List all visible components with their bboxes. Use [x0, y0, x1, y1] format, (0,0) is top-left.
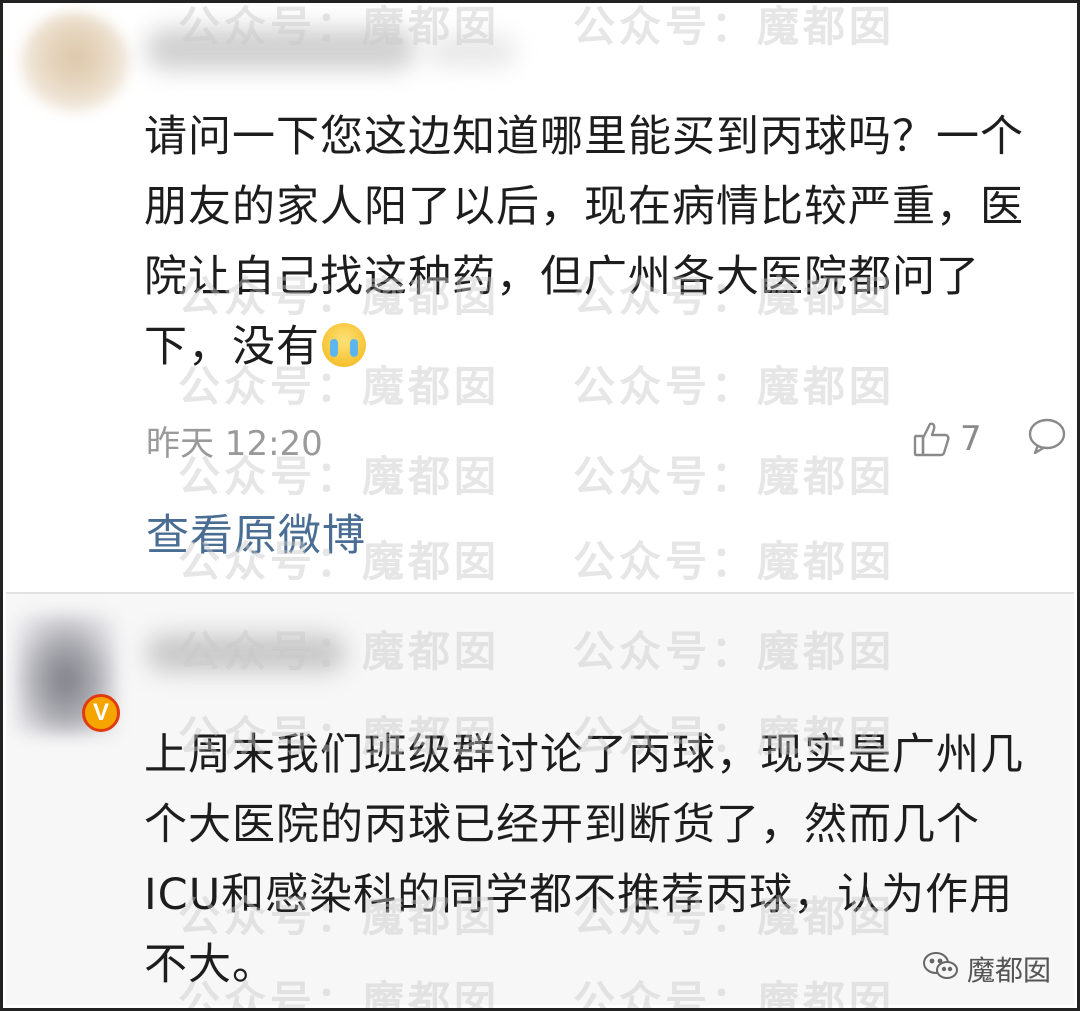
comment-bubble-icon — [1026, 416, 1068, 456]
reply-card: V 上周末我们班级群讨论了丙球，现实是广州几个大医院的丙球已经开到断货了，然而几… — [6, 594, 1074, 1005]
verified-badge-icon: V — [82, 694, 120, 732]
username-blurred[interactable] — [146, 28, 416, 70]
username-blurred-tail — [426, 36, 516, 66]
comment-card: 请问一下您这边知道哪里能买到丙球吗？一个朋友的家人阳了以后，现在病情比较严重，医… — [6, 6, 1074, 594]
like-button[interactable]: 7 — [912, 416, 982, 462]
like-count: 7 — [960, 419, 982, 459]
avatar[interactable] — [20, 12, 130, 112]
crying-emoji-icon — [322, 323, 366, 367]
screenshot-frame: 请问一下您这边知道哪里能买到丙球吗？一个朋友的家人阳了以后，现在病情比较严重，医… — [0, 0, 1080, 1011]
brand-name: 魔都囡 — [967, 954, 1052, 987]
comment-timestamp: 昨天 12:20 — [146, 424, 323, 464]
wechat-brand: 魔都囡 — [921, 949, 1051, 989]
view-original-link[interactable]: 查看原微博 — [146, 501, 366, 563]
thumbs-up-icon — [912, 419, 952, 459]
comment-body: 请问一下您这边知道哪里能买到丙球吗？一个朋友的家人阳了以后，现在病情比较严重，医… — [144, 112, 1024, 372]
wechat-icon — [921, 950, 961, 989]
username-blurred[interactable] — [146, 634, 346, 672]
comment-text: 请问一下您这边知道哪里能买到丙球吗？一个朋友的家人阳了以后，现在病情比较严重，医… — [144, 102, 1044, 382]
comment-text: 上周末我们班级群讨论了丙球，现实是广州几个大医院的丙球已经开到断货了，然而几个I… — [144, 730, 1024, 990]
reply-button[interactable] — [1026, 416, 1068, 456]
